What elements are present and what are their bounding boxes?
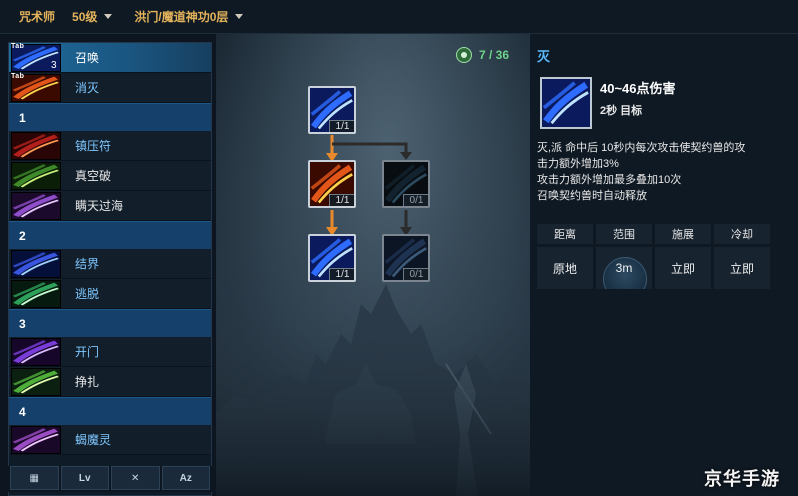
skill-icon — [11, 368, 61, 396]
skill-node-root[interactable]: 1/1 — [308, 86, 356, 134]
skill-name: 挣扎 — [75, 375, 100, 389]
skill-name: 真空破 — [75, 169, 112, 183]
skill-icon — [11, 162, 61, 190]
description-line: 召唤契约兽时自动释放 — [537, 190, 647, 202]
grid-icon: ▦ — [29, 472, 39, 484]
top-filter-bar: 咒术师 50级 洪门/魔道神功0层 — [0, 0, 798, 34]
class-dropdown[interactable]: 咒术师 — [19, 8, 55, 25]
skill-icon — [11, 192, 61, 220]
skill-list-item[interactable]: 蝎魔灵 — [9, 425, 211, 455]
skill-name: 消灭 — [75, 81, 100, 95]
skill-node-rank: 1/1 — [329, 120, 354, 132]
skill-node-rank: 0/1 — [403, 194, 428, 206]
skill-window: 咒术师 50级 洪门/魔道神功0层 Tab 3 召唤 Tab 消灭 1 镇压符真空破瞒天过海… — [0, 0, 798, 496]
skill-name: 开门 — [75, 345, 100, 359]
skill-title: 灭 — [537, 49, 551, 64]
dungeon-dropdown[interactable]: 洪门/魔道神功0层 — [134, 8, 244, 25]
stat-value-area: 3m — [596, 247, 652, 289]
skill-name: 瞒天过海 — [75, 199, 124, 213]
skill-hotkey: Tab — [11, 73, 25, 80]
skill-list-item[interactable]: Tab 3 召唤 — [9, 43, 211, 73]
skill-list-item[interactable]: 真空破 — [9, 161, 211, 191]
skill-group-header: 4 — [9, 397, 211, 425]
skill-hotkey: Tab — [11, 43, 25, 50]
skill-list-item[interactable]: 结界 — [9, 249, 211, 279]
site-watermark: 京华手游 — [704, 469, 780, 489]
skill-node-rank: 1/1 — [329, 268, 354, 280]
skill-detail-panel: 灭 40~46点伤害 2秒 目标 灭,派 命中后 10秒内每次攻击使契约兽的攻 … — [530, 34, 798, 496]
skill-icon — [11, 280, 61, 308]
chevron-down-icon — [235, 14, 244, 19]
skill-icon — [11, 132, 61, 160]
skill-icon — [11, 338, 61, 366]
description-line: 灭,派 命中后 10秒内每次攻击使契约兽的攻 — [537, 142, 746, 154]
skill-name: 蝎魔灵 — [75, 433, 112, 447]
skill-node-rank: 1/1 — [329, 194, 354, 206]
arrow-head — [400, 152, 412, 160]
skill-node-bot-left[interactable]: 1/1 — [308, 234, 356, 282]
skill-stats-table: 距离 范围 施展 冷却 原地 3m 立即 立即 — [537, 224, 773, 289]
skill-icon — [11, 250, 61, 278]
skill-list-item[interactable]: 逃脱 — [9, 279, 211, 309]
class-dropdown-label: 咒术师 — [19, 10, 56, 24]
crossed-swords-icon: ✕ — [131, 472, 140, 484]
skill-list-item[interactable]: Tab 消灭 — [9, 73, 211, 103]
skill-description: 灭,派 命中后 10秒内每次攻击使契约兽的攻 击力额外增加3% 攻击力额外增加最… — [537, 140, 795, 204]
skill-detail-icon — [540, 77, 592, 129]
skill-node-rank: 0/1 — [403, 268, 428, 280]
stat-header-range: 距离 — [537, 224, 593, 244]
tab-level-icon[interactable]: Lv — [60, 466, 109, 490]
tab-crossed-swords-icon[interactable]: ✕ — [111, 466, 160, 490]
skill-name: 召唤 — [75, 51, 100, 65]
skill-name: 镇压符 — [75, 139, 112, 153]
skill-list-item[interactable]: 开门 — [9, 337, 211, 367]
stat-value-cooldown: 立即 — [714, 247, 770, 289]
tab-grid-icon[interactable]: ▦ — [10, 466, 59, 490]
level-dropdown-label: 50级 — [72, 10, 98, 24]
skill-group-header: 2 — [9, 221, 211, 249]
stat-header-area: 范围 — [596, 224, 652, 244]
tab-sort-alpha-icon[interactable]: Az — [161, 466, 210, 490]
tree-connectors — [326, 135, 412, 236]
skill-group-header: 3 — [9, 309, 211, 337]
stat-value-area-label: 3m — [615, 261, 633, 275]
description-line: 击力额外增加3% — [537, 158, 619, 170]
connector-root-midright — [332, 142, 408, 154]
stat-header-cooldown: 冷却 — [714, 224, 770, 244]
level-icon: Lv — [78, 472, 91, 484]
skill-list-item[interactable]: 镇压符 — [9, 131, 211, 161]
chevron-down-icon — [104, 14, 113, 19]
skill-node-mid-right[interactable]: 0/1 — [382, 160, 430, 208]
skill-level: 3 — [51, 60, 57, 71]
skill-damage: 40~46点伤害 — [600, 81, 676, 96]
skill-node-mid-left[interactable]: 1/1 — [308, 160, 356, 208]
skill-node-bot-right[interactable]: 0/1 — [382, 234, 430, 282]
skill-name: 逃脱 — [75, 287, 100, 301]
dungeon-dropdown-label: 洪门/魔道神功0层 — [134, 10, 229, 24]
skill-list-item[interactable]: 挣扎 — [9, 367, 211, 397]
skill-list-tabs: ▦ Lv ✕ Az — [8, 466, 212, 492]
skill-name: 结界 — [75, 257, 100, 271]
skill-list-item[interactable]: 瞒天过海 — [9, 191, 211, 221]
skill-group-header: 1 — [9, 103, 211, 131]
skill-cast-info: 2秒 目标 — [600, 105, 643, 117]
stat-header-cast: 施展 — [655, 224, 711, 244]
description-line: 攻击力额外增加最多叠加10次 — [537, 174, 682, 186]
skill-list[interactable]: Tab 3 召唤 Tab 消灭 1 镇压符真空破瞒天过海 2 结界逃脱 3 开门挣扎 4 蝎魔灵 — [8, 42, 212, 496]
level-dropdown[interactable]: 50级 — [72, 8, 113, 25]
stat-value-cast: 立即 — [655, 247, 711, 289]
skill-tree-panel: 7 / 36 1/1 1/1 0/1 1/1 0/1 — [216, 34, 530, 496]
sort-alpha-icon: Az — [179, 472, 192, 484]
stat-value-range: 原地 — [537, 247, 593, 289]
skill-icon — [11, 426, 61, 454]
